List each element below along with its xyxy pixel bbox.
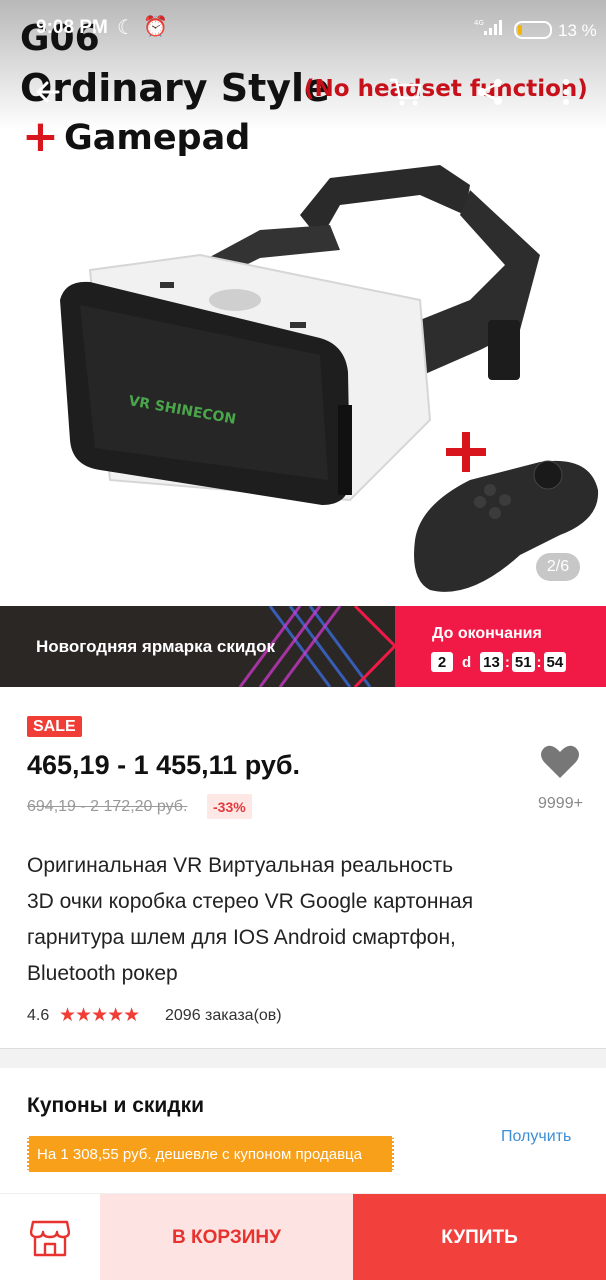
product-title-line: Bluetooth рокер	[27, 962, 178, 985]
overlay-plus: +	[22, 111, 59, 162]
product-image-gallery[interactable]: VR SHINECON G06 Ordinary Style (No heads…	[0, 0, 606, 606]
heart-icon	[541, 745, 579, 778]
promo-ends-label: До окончания	[432, 625, 542, 642]
battery-fill	[518, 25, 522, 35]
rating-value: 4.6	[27, 1007, 50, 1024]
orders-count: 2096 заказа(ов)	[165, 1007, 282, 1024]
cart-icon	[389, 78, 422, 106]
rating-stars: ★★★★★	[59, 1005, 140, 1026]
timer-days: 2	[431, 652, 453, 672]
discount-badge: -33%	[207, 794, 252, 819]
coupon-get-link[interactable]: Получить	[501, 1128, 571, 1146]
timer-hours: 13	[480, 652, 503, 672]
timer-seconds: 54	[543, 652, 567, 672]
alarm-icon: ⏰	[143, 16, 168, 38]
more-vertical-icon	[563, 79, 569, 105]
store-icon	[30, 1220, 70, 1256]
status-bar: 9:08 PM ☾ ⏰ 4G 13 %	[0, 0, 606, 58]
back-button[interactable]	[28, 72, 68, 112]
product-title-line: Оригинальная VR Виртуальная реальность	[27, 854, 454, 877]
promo-banner[interactable]: Новогодняя ярмарка скидок	[0, 606, 606, 687]
timer-minutes: 51	[511, 652, 535, 672]
sale-badge: SALE	[27, 716, 82, 737]
arrow-left-icon	[36, 81, 60, 103]
status-time: 9:08 PM	[36, 17, 108, 38]
svg-text:4G: 4G	[474, 19, 484, 27]
promo-text: Новогодняя ярмарка скидок	[36, 637, 275, 656]
product-title-line: гарнитура шлем для IOS Android смартфон,	[27, 926, 456, 949]
timer-days-unit: d	[462, 653, 472, 671]
timer-separator: :	[504, 653, 510, 671]
product-title[interactable]: Оригинальная VR Виртуальная реальность 3…	[27, 848, 557, 992]
countdown-timer: 2 d 13 : 51 : 54	[431, 652, 567, 672]
moon-icon: ☾	[117, 17, 135, 39]
share-button[interactable]	[470, 72, 510, 112]
add-to-cart-button[interactable]: В КОРЗИНУ	[100, 1194, 353, 1280]
bottom-action-bar: В КОРЗИНУ КУПИТЬ	[0, 1193, 606, 1280]
coupon-tag[interactable]: На 1 308,55 руб. дешевле с купоном прода…	[27, 1136, 394, 1172]
store-button[interactable]	[0, 1194, 100, 1280]
old-price: 694,19 - 2 172,20 руб.	[27, 798, 188, 815]
battery-percent: 13 %	[558, 21, 597, 40]
cart-button[interactable]	[386, 72, 426, 112]
favorites-count: 9999+	[538, 795, 583, 812]
section-divider	[0, 1048, 606, 1068]
product-price: 465,19 - 1 455,11 руб.	[27, 750, 301, 780]
timer-separator: :	[536, 653, 542, 671]
image-page-indicator: 2/6	[536, 553, 580, 581]
product-title-line: 3D очки коробка стерео VR Google картонн…	[27, 890, 474, 913]
favorite-button[interactable]	[540, 744, 586, 786]
signal-icon: 4G	[474, 19, 502, 35]
coupons-title: Купоны и скидки	[27, 1094, 205, 1117]
buy-now-button[interactable]: КУПИТЬ	[353, 1194, 606, 1280]
overlay-gamepad: Gamepad	[64, 118, 251, 158]
battery-icon	[514, 21, 552, 39]
promo-countdown-panel	[395, 606, 606, 687]
more-button[interactable]	[546, 72, 586, 112]
share-icon	[478, 79, 502, 105]
